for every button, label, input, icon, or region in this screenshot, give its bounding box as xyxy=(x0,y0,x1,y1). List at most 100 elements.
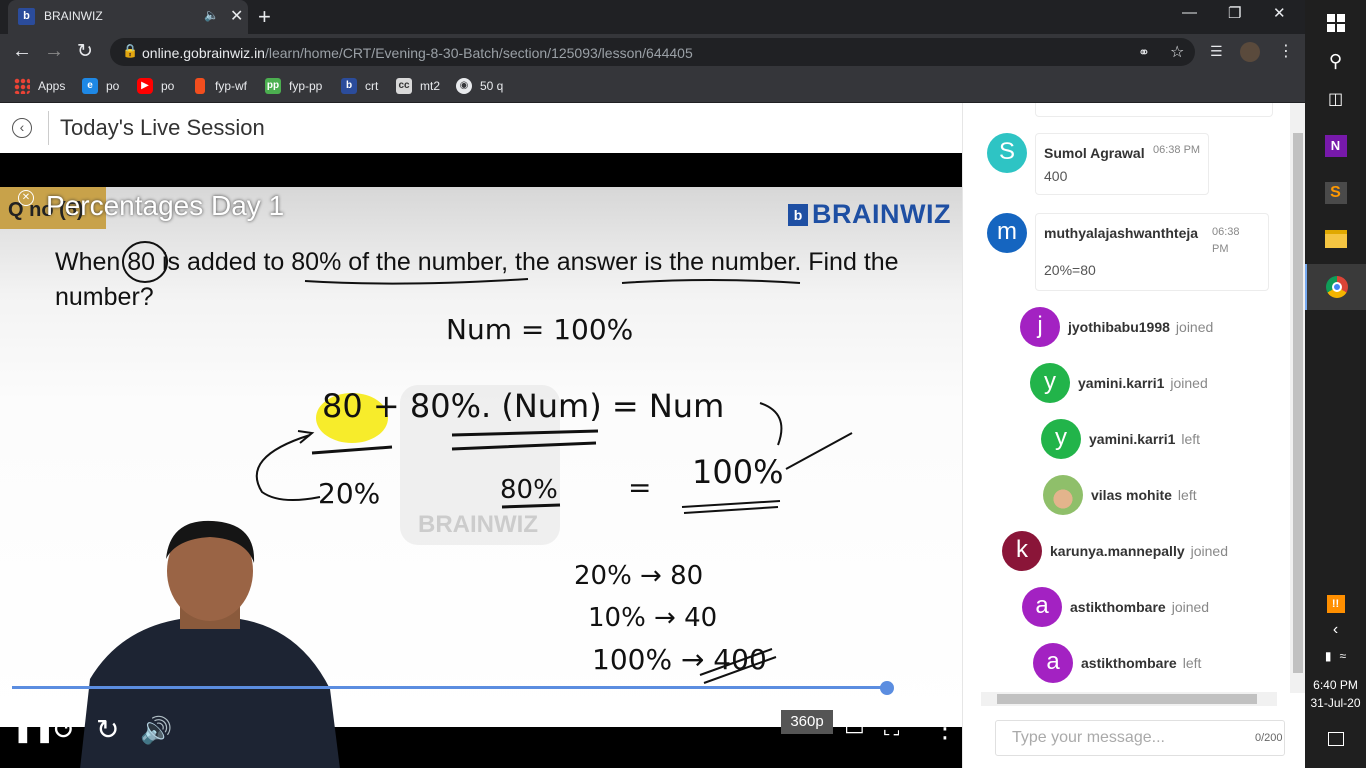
event-status: left xyxy=(1181,431,1201,447)
chevron-left-icon: ‹ xyxy=(1332,621,1339,638)
sublime-app[interactable]: S xyxy=(1305,170,1366,216)
profile-avatar[interactable] xyxy=(1240,42,1260,62)
message-text: 400 xyxy=(1044,168,1068,184)
chat-event: y yamini.karri1 joined xyxy=(1030,363,1208,403)
reload-icon[interactable]: ↻ xyxy=(77,40,93,63)
onenote-icon: N xyxy=(1324,135,1347,157)
back-circle-icon[interactable]: ‹ xyxy=(12,118,32,138)
globe-icon: ◉ xyxy=(456,78,472,94)
clock-time[interactable]: 6:40 PM xyxy=(1305,678,1366,692)
system-tray[interactable]: ▮ ≈ xyxy=(1305,638,1366,674)
event-status: joined xyxy=(1190,543,1228,559)
bookmark-star-icon[interactable]: ☆ xyxy=(1170,42,1184,62)
bookmark-50q[interactable]: ◉ 50 q xyxy=(456,77,503,95)
action-center-button[interactable] xyxy=(1305,716,1366,762)
event-status: joined xyxy=(1170,375,1208,391)
scrollbar-thumb[interactable] xyxy=(1293,133,1303,673)
windows-logo-icon xyxy=(1326,14,1345,32)
chat-event: j jyothibabu1998 joined xyxy=(1020,307,1213,347)
back-arrow-icon[interactable]: ← xyxy=(12,40,32,63)
event-user: karunya.mannepally xyxy=(1050,543,1185,559)
chat-message-input[interactable] xyxy=(995,720,1285,756)
new-tab-button[interactable]: + xyxy=(258,4,271,30)
progress-handle[interactable] xyxy=(880,681,894,695)
chat-event: k karunya.mannepally joined xyxy=(1002,531,1228,571)
wifi-icon: ≈ xyxy=(1339,649,1347,663)
bookmark-apps[interactable]: Apps xyxy=(14,77,65,95)
avatar: a xyxy=(1033,643,1073,683)
brainwiz-favicon-icon: b xyxy=(18,8,35,25)
page-content: ‹ Today's Live Session Q no (5) ✕ Percen… xyxy=(0,103,1306,768)
event-status: joined xyxy=(1175,319,1214,335)
chat-message-card: muthyalajashwanthteja 06:38 PM 20%=80 xyxy=(1035,213,1269,291)
lock-icon[interactable]: 🔒 xyxy=(122,43,138,59)
folder-icon xyxy=(1324,230,1347,248)
bookmark-fyp-pp[interactable]: pp fyp-pp xyxy=(265,77,322,95)
live-label: LIVE xyxy=(912,681,941,696)
bookmark-crt[interactable]: b crt xyxy=(341,77,378,95)
url-text[interactable]: online.gobrainwiz.in/learn/home/CRT/Even… xyxy=(142,45,693,61)
chrome-app[interactable] xyxy=(1305,264,1366,310)
tab-close-icon[interactable]: ✕ xyxy=(230,6,243,26)
chat-vertical-scrollbar[interactable] xyxy=(1290,103,1306,693)
notification-badge: !! xyxy=(1326,595,1345,613)
browser-toolbar: ← → ↻ 🔒 online.gobrainwiz.in/learn/home/… xyxy=(0,34,1305,70)
avatar: k xyxy=(1002,531,1042,571)
restore-button[interactable]: ❐ xyxy=(1228,4,1241,22)
tab-title: BRAINWIZ xyxy=(44,9,103,23)
video-player[interactable]: Q no (5) ✕ Percentages Day 1 b BRAINWIZ … xyxy=(0,153,962,768)
event-user: yamini.karri1 xyxy=(1078,375,1165,391)
chat-panel: S Sumol Agrawal 06:38 PM 400 m muthyalaj… xyxy=(962,103,1306,768)
rewind-10-icon[interactable]: ↺ xyxy=(52,713,75,746)
event-user: yamini.karri1 xyxy=(1089,431,1176,447)
progress-bar[interactable] xyxy=(12,686,887,689)
youtube-icon: ▶ xyxy=(137,78,153,94)
volume-icon[interactable]: 🔊 xyxy=(140,715,172,746)
bookmarks-bar: Apps e po ▶ po fyp-wf pp fyp-pp b crt cc… xyxy=(0,70,1305,103)
event-status: left xyxy=(1177,487,1197,503)
pause-icon[interactable]: ❚❚ xyxy=(12,713,56,744)
chrome-icon xyxy=(1325,276,1348,298)
pp-icon: pp xyxy=(265,78,281,94)
event-status: left xyxy=(1182,655,1202,671)
task-view-button[interactable]: ◫ xyxy=(1305,76,1366,122)
battery-icon: ▮ xyxy=(1324,649,1332,663)
speaker-icon[interactable]: 🔈 xyxy=(204,8,219,22)
clock-date[interactable]: 31-Jul-20 xyxy=(1305,696,1366,710)
notification-icon xyxy=(1327,732,1344,746)
quality-selector[interactable]: 360p xyxy=(781,710,833,734)
chat-messages[interactable]: S Sumol Agrawal 06:38 PM 400 m muthyalaj… xyxy=(963,103,1289,693)
bookmark-mt2[interactable]: cc mt2 xyxy=(396,77,440,95)
header-divider xyxy=(48,111,49,145)
fullscreen-icon[interactable]: ⛶ xyxy=(884,715,899,741)
address-bar[interactable]: 🔒 online.gobrainwiz.in/learn/home/CRT/Ev… xyxy=(110,38,1195,66)
bookmark-po-1[interactable]: e po xyxy=(82,77,119,95)
message-text: 20%=80 xyxy=(1044,262,1096,278)
message-time: 06:38 PM xyxy=(1212,226,1240,255)
bookmark-fyp-wf[interactable]: fyp-wf xyxy=(192,77,247,95)
close-window-button[interactable]: ✕ xyxy=(1273,4,1286,22)
captions-off-icon[interactable]: ▭ xyxy=(844,715,865,741)
media-control-icon[interactable]: ☰ xyxy=(1210,43,1223,60)
search-icon: ⚲ xyxy=(1328,50,1343,71)
more-options-icon[interactable]: ⋮ xyxy=(932,713,958,744)
menu-dots-icon[interactable]: ⋮ xyxy=(1278,41,1294,61)
cc-icon: cc xyxy=(396,78,412,94)
e-icon: e xyxy=(82,78,98,94)
chat-horizontal-scrollbar[interactable] xyxy=(981,692,1277,706)
windows-taskbar: ⚲ ◫ N S !! ‹ ▮ ≈ 6:40 PM 31-Jul-20 xyxy=(1305,0,1366,768)
sublime-icon: S xyxy=(1324,182,1347,204)
message-author: Sumol Agrawal xyxy=(1044,145,1145,161)
event-status: joined xyxy=(1171,599,1210,615)
browser-tab[interactable]: b BRAINWIZ 🔈 ✕ xyxy=(8,0,248,34)
forward-arrow-icon[interactable]: → xyxy=(44,40,64,63)
key-icon[interactable]: ⚭ xyxy=(1138,44,1150,61)
minimize-button[interactable]: — xyxy=(1182,4,1197,21)
onenote-app[interactable]: N xyxy=(1305,123,1366,169)
file-explorer-app[interactable] xyxy=(1305,216,1366,262)
scrollbar-thumb[interactable] xyxy=(997,694,1257,704)
avatar: y xyxy=(1030,363,1070,403)
forward-10-icon[interactable]: ↻ xyxy=(96,713,119,746)
avatar: j xyxy=(1020,307,1060,347)
bookmark-po-2[interactable]: ▶ po xyxy=(137,77,174,95)
